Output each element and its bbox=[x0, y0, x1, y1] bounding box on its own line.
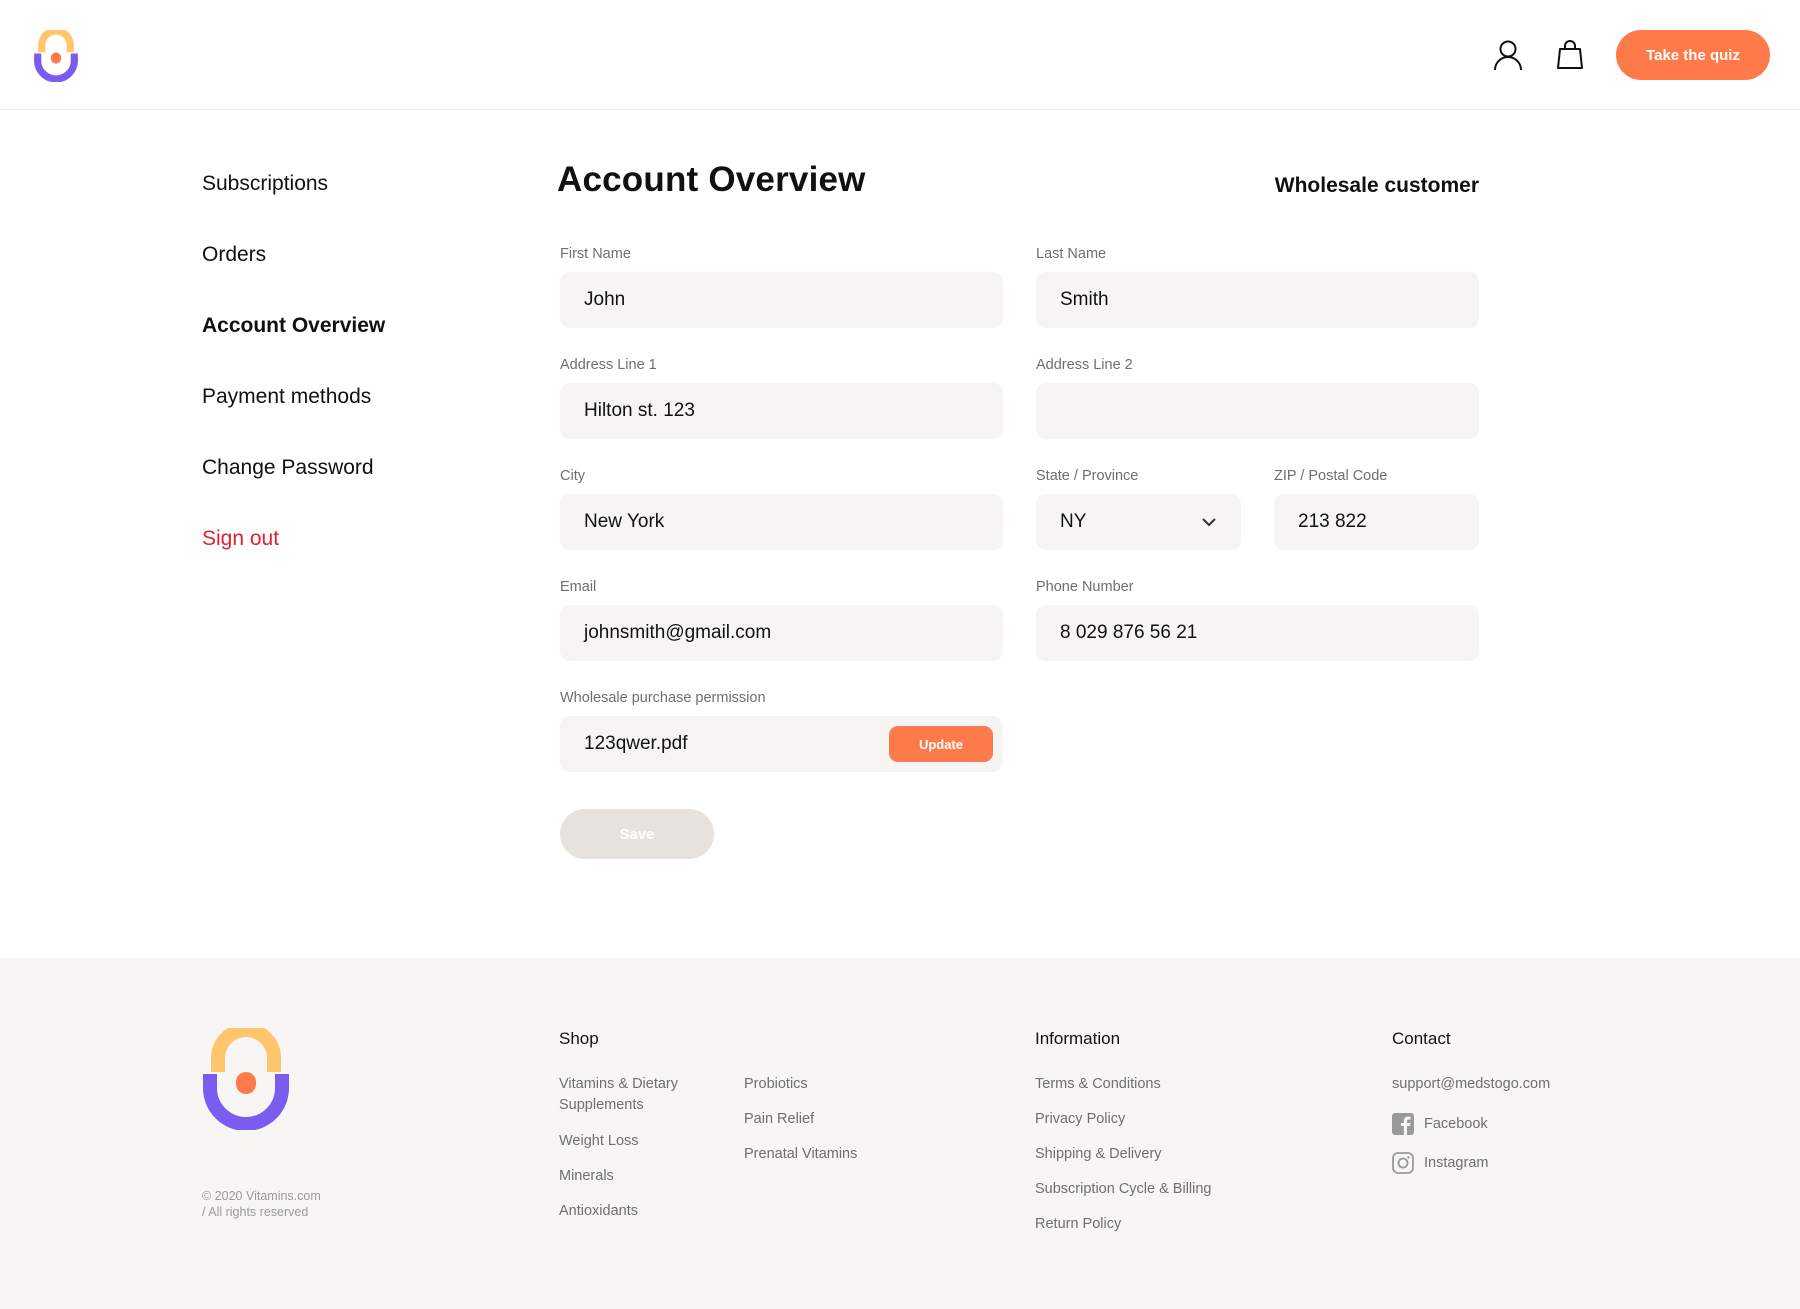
zip-input[interactable]: 213 822 bbox=[1274, 494, 1479, 550]
last-name-label: Last Name bbox=[1036, 246, 1107, 262]
page-title: Account Overview bbox=[557, 160, 866, 199]
sidebar-item-orders[interactable]: Orders bbox=[202, 241, 502, 269]
instagram-label: Instagram bbox=[1424, 1154, 1489, 1171]
phone-group: Phone Number 8 029 876 56 21 bbox=[1036, 577, 1479, 661]
footer-link-privacy[interactable]: Privacy Policy bbox=[1035, 1109, 1125, 1130]
first-name-group: First Name John bbox=[560, 244, 1003, 328]
email-label: Email bbox=[560, 579, 597, 595]
facebook-icon bbox=[1392, 1113, 1414, 1135]
footer-heading-contact: Contact bbox=[1392, 1029, 1451, 1048]
footer-heading-shop: Shop bbox=[559, 1029, 599, 1048]
footer-link-terms[interactable]: Terms & Conditions bbox=[1035, 1074, 1161, 1095]
facebook-label: Facebook bbox=[1424, 1115, 1488, 1132]
site-footer bbox=[0, 958, 1800, 1309]
permission-group: Wholesale purchase permission 123qwer.pd… bbox=[560, 688, 1003, 772]
sidebar-item-change-password[interactable]: Change Password bbox=[202, 454, 502, 482]
state-label: State / Province bbox=[1036, 468, 1139, 484]
take-quiz-button[interactable]: Take the quiz bbox=[1616, 30, 1770, 80]
footer-link-instagram[interactable]: Instagram bbox=[1392, 1152, 1488, 1174]
footer-brand-logo[interactable] bbox=[202, 1028, 290, 1130]
footer-heading-information: Information bbox=[1035, 1029, 1121, 1048]
account-sidebar: Subscriptions Orders Account Overview Pa… bbox=[202, 170, 502, 596]
state-select[interactable]: NY bbox=[1036, 494, 1241, 550]
city-label: City bbox=[560, 468, 585, 484]
bag-icon[interactable] bbox=[1552, 37, 1588, 73]
footer-link-probiotics[interactable]: Probiotics bbox=[744, 1074, 808, 1095]
address-line-2-group: Address Line 2 bbox=[1036, 355, 1479, 439]
address-line-1-input[interactable]: Hilton st. 123 bbox=[560, 383, 1003, 439]
state-group: State / Province NY bbox=[1036, 466, 1241, 550]
copyright-line-1: © 2020 Vitamins.com bbox=[202, 1189, 321, 1203]
copyright-line-2: / All rights reserved bbox=[202, 1205, 309, 1219]
first-name-input[interactable]: John bbox=[560, 272, 1003, 328]
email-field[interactable]: johnsmith@gmail.com bbox=[560, 605, 1003, 661]
sidebar-item-account-overview[interactable]: Account Overview bbox=[202, 312, 502, 340]
address-line-2-input[interactable] bbox=[1036, 383, 1479, 439]
first-name-label: First Name bbox=[560, 246, 631, 262]
footer-link-minerals[interactable]: Minerals bbox=[559, 1166, 614, 1187]
footer-link-vitamins[interactable]: Vitamins & Dietary Supplements bbox=[559, 1074, 709, 1116]
user-icon[interactable] bbox=[1490, 37, 1526, 73]
sidebar-item-payment-methods[interactable]: Payment methods bbox=[202, 383, 502, 411]
footer-link-return-policy[interactable]: Return Policy bbox=[1035, 1214, 1121, 1235]
footer-link-antioxidants[interactable]: Antioxidants bbox=[559, 1201, 638, 1222]
address-line-1-group: Address Line 1 Hilton st. 123 bbox=[560, 355, 1003, 439]
save-button[interactable]: Save bbox=[560, 809, 714, 859]
footer-link-prenatal-vitamins[interactable]: Prenatal Vitamins bbox=[744, 1144, 857, 1165]
address-line-1-label: Address Line 1 bbox=[560, 357, 657, 373]
brand-logo[interactable] bbox=[33, 30, 79, 82]
update-button[interactable]: Update bbox=[889, 726, 993, 762]
customer-type-label: Wholesale customer bbox=[1274, 174, 1479, 197]
sidebar-item-sign-out[interactable]: Sign out bbox=[202, 525, 502, 553]
email-group: Email johnsmith@gmail.com bbox=[560, 577, 1003, 661]
permission-file: 123qwer.pdf Update bbox=[560, 716, 1003, 772]
phone-input[interactable]: 8 029 876 56 21 bbox=[1036, 605, 1479, 661]
instagram-icon bbox=[1392, 1152, 1414, 1174]
footer-link-subscription-billing[interactable]: Subscription Cycle & Billing bbox=[1035, 1179, 1212, 1200]
copyright: © 2020 Vitamins.com / All rights reserve… bbox=[202, 1188, 321, 1220]
footer-contact-email[interactable]: support@medstogo.com bbox=[1392, 1074, 1550, 1095]
chevron-down-icon bbox=[1201, 517, 1217, 527]
permission-label: Wholesale purchase permission bbox=[560, 690, 766, 706]
footer-link-facebook[interactable]: Facebook bbox=[1392, 1113, 1488, 1135]
last-name-input[interactable]: Smith bbox=[1036, 272, 1479, 328]
footer-link-shipping[interactable]: Shipping & Delivery bbox=[1035, 1144, 1162, 1165]
zip-group: ZIP / Postal Code 213 822 bbox=[1274, 466, 1479, 550]
footer-link-pain-relief[interactable]: Pain Relief bbox=[744, 1109, 814, 1130]
footer-link-weight-loss[interactable]: Weight Loss bbox=[559, 1131, 639, 1152]
permission-filename: 123qwer.pdf bbox=[584, 733, 688, 754]
phone-label: Phone Number bbox=[1036, 579, 1134, 595]
address-line-2-label: Address Line 2 bbox=[1036, 357, 1133, 373]
city-input[interactable]: New York bbox=[560, 494, 1003, 550]
city-group: City New York bbox=[560, 466, 1003, 550]
last-name-group: Last Name Smith bbox=[1036, 244, 1479, 328]
sidebar-item-subscriptions[interactable]: Subscriptions bbox=[202, 170, 502, 198]
top-header: Take the quiz bbox=[0, 0, 1800, 110]
state-value: NY bbox=[1060, 511, 1087, 532]
zip-label: ZIP / Postal Code bbox=[1274, 468, 1388, 484]
